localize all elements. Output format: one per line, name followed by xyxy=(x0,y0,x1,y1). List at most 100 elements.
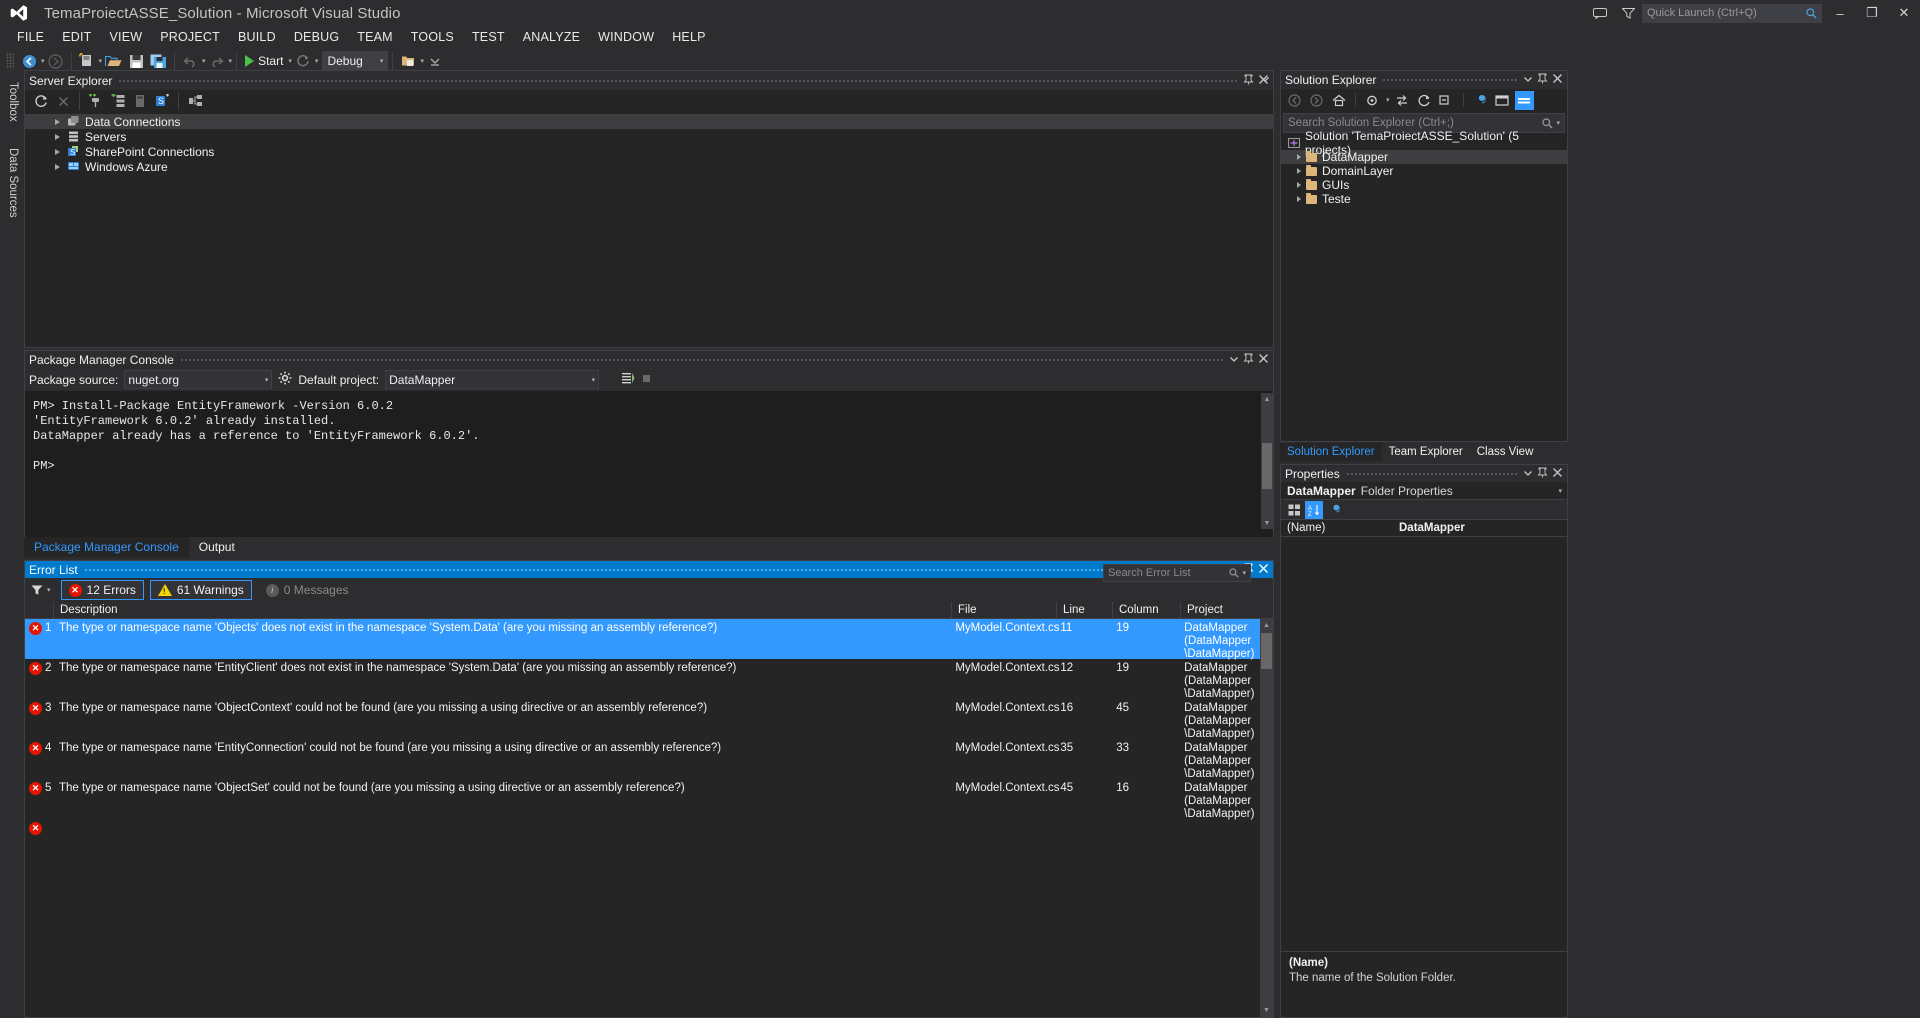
column-header-project[interactable]: Project xyxy=(1180,601,1262,619)
scrollbar-thumb[interactable] xyxy=(1261,633,1272,669)
home-icon[interactable] xyxy=(1329,91,1348,110)
scroll-up-icon[interactable]: ▲ xyxy=(1261,393,1273,405)
package-source-select[interactable]: nuget.org ▾ xyxy=(124,370,273,389)
menu-tools[interactable]: TOOLS xyxy=(402,28,463,46)
tree-node-windows-azure[interactable]: Windows Azure xyxy=(25,159,1273,174)
connect-to-database-icon[interactable] xyxy=(86,91,106,111)
feedback-icon[interactable] xyxy=(1586,0,1614,26)
chevron-down-icon[interactable]: ▾ xyxy=(1558,487,1562,495)
tree-node-sharepoint-connections[interactable]: S SharePoint Connections xyxy=(25,144,1273,159)
scroll-up-icon[interactable]: ▲ xyxy=(1260,619,1273,632)
sync-with-active-document-icon[interactable] xyxy=(1393,91,1412,110)
show-all-files-icon[interactable] xyxy=(1514,90,1534,110)
pin-icon[interactable] xyxy=(1243,72,1254,90)
property-row[interactable]: (Name) DataMapper xyxy=(1281,520,1567,537)
add-server-icon[interactable] xyxy=(108,91,128,111)
properties-icon[interactable] xyxy=(1471,91,1490,110)
pmc-scrollbar[interactable]: ▲ ▼ xyxy=(1261,393,1273,529)
sidebar-item-domainlayer[interactable]: DomainLayer xyxy=(1281,164,1567,178)
expand-chevron-icon[interactable] xyxy=(55,118,60,125)
solution-root-node[interactable]: Solution 'TemaProiectASSE_Solution' (5 p… xyxy=(1281,129,1567,157)
pin-icon[interactable] xyxy=(1537,465,1548,483)
sidebar-item-teste[interactable]: Teste xyxy=(1281,192,1567,206)
new-project-icon[interactable] xyxy=(76,50,98,72)
refresh-icon[interactable] xyxy=(1415,91,1434,110)
error-list-search-input[interactable]: Search Error List ▾ xyxy=(1103,564,1251,582)
expand-chevron-icon[interactable] xyxy=(1297,168,1301,174)
menu-team[interactable]: TEAM xyxy=(348,28,402,46)
chevron-down-icon[interactable]: ▾ xyxy=(1242,569,1246,577)
menu-build[interactable]: BUILD xyxy=(229,28,285,46)
table-row[interactable]: ✕ 4 The type or namespace name 'EntityCo… xyxy=(25,739,1260,780)
tree-node-data-connections[interactable]: Data Connections xyxy=(25,114,1273,129)
table-row[interactable]: ✕ 1 The type or namespace name 'Objects'… xyxy=(25,619,1260,660)
clear-console-icon[interactable] xyxy=(621,372,635,388)
column-header-file[interactable]: File xyxy=(951,601,1056,619)
quick-launch-input[interactable]: Quick Launch (Ctrl+Q) xyxy=(1642,3,1822,23)
tab-solution-explorer[interactable]: Solution Explorer xyxy=(1280,443,1382,461)
save-icon[interactable] xyxy=(125,50,147,72)
close-panel-icon[interactable] xyxy=(1258,351,1269,369)
table-row[interactable]: ✕ 3 The type or namespace name 'ObjectCo… xyxy=(25,699,1260,740)
expand-chevron-icon[interactable] xyxy=(55,163,60,170)
filter-icon[interactable] xyxy=(1614,0,1642,26)
toolbar-grip[interactable] xyxy=(6,53,14,69)
tab-package-manager-console[interactable]: Package Manager Console xyxy=(24,537,189,557)
pmc-output[interactable]: PM> Install-Package EntityFramework -Ver… xyxy=(25,393,1273,529)
pin-icon[interactable] xyxy=(1537,71,1548,89)
property-value[interactable]: DataMapper xyxy=(1393,522,1567,534)
close-panel-icon[interactable] xyxy=(1552,465,1563,483)
redo-dropdown-icon[interactable]: ▾ xyxy=(229,57,233,65)
scroll-down-icon[interactable]: ▼ xyxy=(1261,517,1273,529)
column-header-gutter[interactable] xyxy=(25,602,53,619)
restart-dropdown-icon[interactable]: ▾ xyxy=(315,57,319,65)
messages-filter-button[interactable]: i 0 Messages xyxy=(258,580,357,600)
column-header-line[interactable]: Line xyxy=(1056,601,1112,619)
tab-class-view[interactable]: Class View xyxy=(1470,443,1541,461)
tree-node-servers[interactable]: Servers xyxy=(25,129,1273,144)
menu-help[interactable]: HELP xyxy=(663,28,714,46)
menu-test[interactable]: TEST xyxy=(463,28,514,46)
property-pages-icon[interactable] xyxy=(1325,501,1343,519)
save-all-icon[interactable] xyxy=(147,50,170,72)
open-file-icon[interactable] xyxy=(102,50,125,72)
menu-project[interactable]: PROJECT xyxy=(151,28,229,46)
expand-chevron-icon[interactable] xyxy=(1297,196,1301,202)
collapse-all-icon[interactable] xyxy=(1437,91,1456,110)
filter-button[interactable]: ▾ xyxy=(31,585,51,596)
expand-chevron-icon[interactable] xyxy=(1297,182,1301,188)
solution-configuration-select[interactable]: Debug ▾ xyxy=(322,51,389,71)
start-debug-button[interactable]: Start xyxy=(241,50,287,72)
menu-edit[interactable]: EDIT xyxy=(53,28,100,46)
column-header-column[interactable]: Column xyxy=(1112,601,1180,619)
tab-output[interactable]: Output xyxy=(189,537,245,557)
expand-chevron-icon[interactable] xyxy=(1297,154,1301,160)
sidebar-item-guis[interactable]: GUIs xyxy=(1281,178,1567,192)
column-header-description[interactable]: Description xyxy=(53,601,951,619)
refresh-icon[interactable] xyxy=(31,91,51,111)
chevron-down-icon[interactable]: ▾ xyxy=(1556,119,1560,127)
minimize-button[interactable]: – xyxy=(1824,0,1856,26)
preview-selected-items-icon[interactable] xyxy=(1493,91,1512,110)
pmc-dropdown-icon[interactable] xyxy=(1229,351,1239,369)
properties-dropdown-icon[interactable] xyxy=(1523,465,1533,483)
server-explorer-dropdown-icon[interactable] xyxy=(1258,71,1272,87)
scrollbar-thumb[interactable] xyxy=(1262,443,1272,489)
solution-explorer-dropdown-icon[interactable] xyxy=(1523,71,1533,89)
error-list-scrollbar[interactable]: ▲ ▼ xyxy=(1260,619,1273,1017)
toolbar-overflow-icon[interactable] xyxy=(424,50,446,72)
alphabetical-view-icon[interactable]: AZ xyxy=(1305,500,1323,519)
expand-chevron-icon[interactable] xyxy=(55,133,60,140)
menu-window[interactable]: WINDOW xyxy=(589,28,663,46)
default-project-select[interactable]: DataMapper ▾ xyxy=(385,370,600,389)
close-panel-icon[interactable] xyxy=(1258,561,1269,579)
categorized-view-icon[interactable] xyxy=(1285,501,1303,519)
table-row[interactable]: ✕ 5 The type or namespace name 'ObjectSe… xyxy=(25,779,1260,820)
find-in-files-icon[interactable] xyxy=(397,50,419,72)
menu-file[interactable]: FILE xyxy=(8,28,53,46)
menu-debug[interactable]: DEBUG xyxy=(285,28,348,46)
warnings-filter-button[interactable]: 61 Warnings xyxy=(149,580,252,600)
pin-icon[interactable] xyxy=(1243,351,1254,369)
expand-chevron-icon[interactable] xyxy=(55,148,60,155)
close-panel-icon[interactable] xyxy=(1552,71,1563,89)
